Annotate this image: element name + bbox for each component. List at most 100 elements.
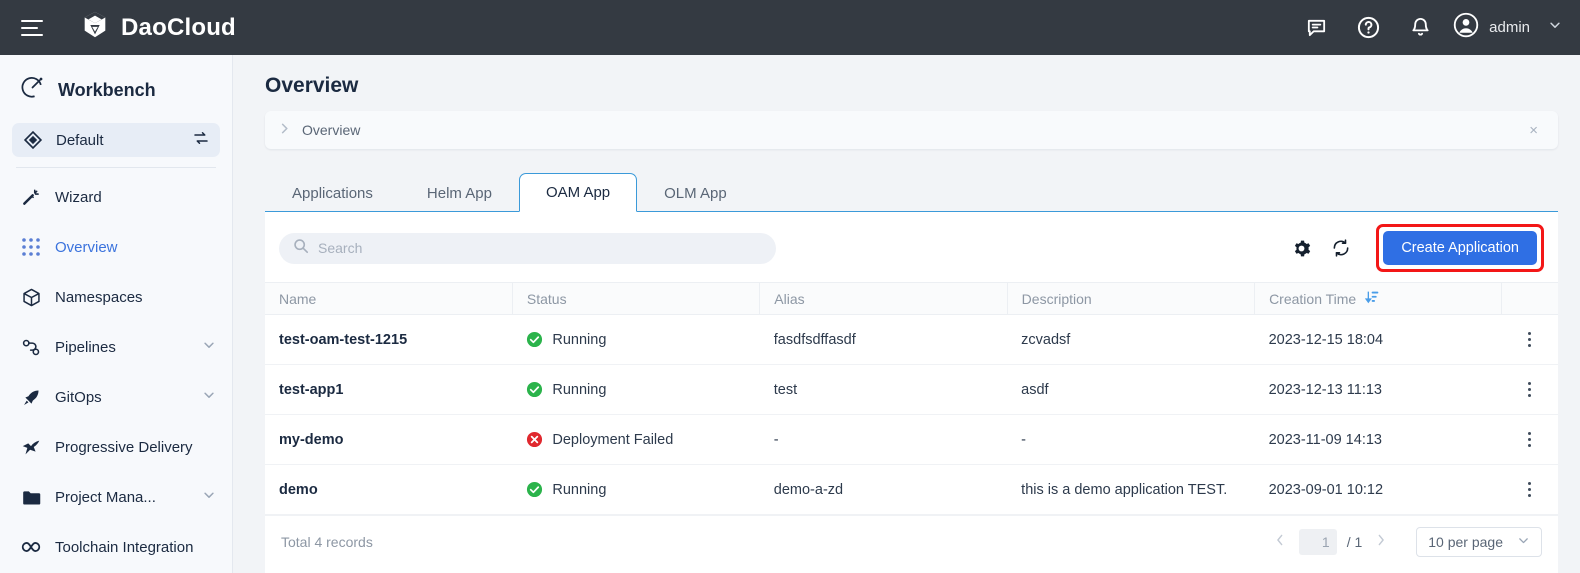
- close-icon[interactable]: ×: [1523, 118, 1544, 143]
- tab-helm-app[interactable]: Helm App: [400, 174, 519, 212]
- brand-name: DaoCloud: [121, 13, 236, 41]
- grid-icon: [20, 236, 42, 258]
- breadcrumb-label[interactable]: Overview: [302, 122, 1523, 138]
- status-error-icon: [526, 431, 543, 448]
- main-content: Overview Overview × Applications Helm Ap…: [233, 55, 1580, 573]
- sidebar-item-gitops[interactable]: GitOps: [0, 372, 232, 422]
- status-label: Running: [552, 331, 607, 348]
- search-box[interactable]: [279, 232, 776, 264]
- refresh-icon[interactable]: [1328, 235, 1354, 261]
- per-page-label: 10 per page: [1428, 533, 1503, 550]
- chevron-down-icon[interactable]: [202, 338, 216, 357]
- chevron-right-icon[interactable]: [279, 122, 290, 138]
- chevron-down-icon: [1517, 534, 1530, 550]
- topbar-icon-group: [1303, 15, 1433, 41]
- pagination: 1 / 1 10 per page: [1265, 526, 1542, 557]
- bird-icon: [20, 436, 42, 458]
- row-actions-menu-icon[interactable]: [1516, 382, 1544, 397]
- column-header-description[interactable]: Description: [1007, 282, 1256, 315]
- cell-creation-time: 2023-12-13 11:13: [1254, 364, 1502, 415]
- table-row[interactable]: test-oam-test-1215 Running fasdfsdffasdf…: [265, 314, 1558, 365]
- column-header-creation-time[interactable]: Creation Time: [1254, 282, 1503, 315]
- column-header-name[interactable]: Name: [265, 282, 513, 315]
- infinity-icon: [20, 536, 42, 558]
- tab-applications[interactable]: Applications: [265, 174, 400, 212]
- row-actions-menu-icon[interactable]: [1516, 332, 1544, 347]
- table-row[interactable]: test-app1 Running test asdf 2023-12-13 1…: [265, 364, 1558, 415]
- pipeline-icon: [20, 336, 42, 358]
- current-page-input[interactable]: 1: [1298, 528, 1337, 555]
- cell-alias: fasdfsdffasdf: [759, 314, 1008, 365]
- cell-description: zcvadsf: [1007, 314, 1255, 365]
- tab-oam-app[interactable]: OAM App: [518, 173, 638, 212]
- cell-description: this is a demo application TEST.: [1007, 464, 1255, 515]
- table-toolbar: Create Application: [265, 212, 1558, 282]
- sort-descending-icon[interactable]: [1364, 290, 1380, 308]
- cell-creation-time: 2023-09-01 10:12: [1254, 464, 1502, 515]
- chevron-down-icon[interactable]: [202, 488, 216, 507]
- sidebar-item-label: Progressive Delivery: [55, 438, 193, 456]
- sidebar-item-progressive-delivery[interactable]: Progressive Delivery: [0, 422, 232, 472]
- create-application-button[interactable]: Create Application: [1383, 231, 1537, 265]
- cell-actions: [1501, 414, 1558, 465]
- table-body: test-oam-test-1215 Running fasdfsdffasdf…: [265, 314, 1558, 515]
- folder-icon: [20, 486, 42, 508]
- cell-description: -: [1007, 414, 1255, 465]
- search-input[interactable]: [318, 240, 762, 256]
- sidebar-item-namespaces[interactable]: Namespaces: [0, 272, 232, 322]
- rocket-icon: [20, 386, 42, 408]
- brand-logo[interactable]: DaoCloud: [80, 10, 236, 45]
- switch-icon[interactable]: [192, 129, 210, 152]
- sidebar-item-label: Toolchain Integration: [55, 538, 194, 556]
- gear-icon[interactable]: [1288, 235, 1314, 261]
- cell-status: Running: [512, 464, 760, 515]
- cell-name[interactable]: demo: [265, 464, 513, 515]
- user-name: admin: [1489, 19, 1530, 36]
- sidebar-item-wizard[interactable]: Wizard: [0, 172, 232, 222]
- cell-alias: -: [759, 414, 1008, 465]
- column-header-alias[interactable]: Alias: [759, 282, 1008, 315]
- application-window: DaoCloud admin Workbench Default Wizard …: [0, 0, 1580, 573]
- workspace-selector[interactable]: Default: [12, 123, 220, 157]
- cell-name[interactable]: my-demo: [265, 414, 513, 465]
- cell-status: Deployment Failed: [512, 414, 760, 465]
- cell-name[interactable]: test-app1: [265, 364, 513, 415]
- sidebar-item-label: Project Mana...: [55, 488, 156, 506]
- chat-icon[interactable]: [1303, 15, 1329, 41]
- tab-bar: Applications Helm App OAM App OLM App: [265, 169, 1558, 212]
- workspace-icon: [22, 129, 44, 151]
- sidebar-item-overview[interactable]: Overview: [0, 222, 232, 272]
- tab-olm-app[interactable]: OLM App: [637, 174, 754, 212]
- table-row[interactable]: my-demo Deployment Failed - - 2023-11-09…: [265, 414, 1558, 465]
- wand-icon: [20, 186, 42, 208]
- row-actions-menu-icon[interactable]: [1516, 432, 1544, 447]
- help-icon[interactable]: [1355, 15, 1381, 41]
- bell-icon[interactable]: [1407, 15, 1433, 41]
- user-menu[interactable]: admin: [1453, 12, 1562, 43]
- top-bar: DaoCloud admin: [0, 0, 1580, 55]
- status-label: Running: [552, 381, 607, 398]
- row-actions-menu-icon[interactable]: [1516, 482, 1544, 497]
- table-header: Name Status Alias Description Creation T…: [265, 282, 1558, 315]
- sidebar-item-pipelines[interactable]: Pipelines: [0, 322, 232, 372]
- cell-alias: test: [759, 364, 1008, 415]
- column-header-status[interactable]: Status: [512, 282, 761, 315]
- table-row[interactable]: demo Running demo-a-zd this is a demo ap…: [265, 464, 1558, 515]
- oam-app-panel: Create Application Name Status Alias Des…: [265, 212, 1558, 573]
- sidebar-item-project-management[interactable]: Project Mana...: [0, 472, 232, 522]
- cube-icon: [20, 286, 42, 308]
- cell-actions: [1501, 314, 1558, 365]
- status-label: Running: [552, 481, 607, 498]
- chevron-down-icon[interactable]: [202, 388, 216, 407]
- per-page-select[interactable]: 10 per page: [1416, 526, 1542, 557]
- hamburger-icon[interactable]: [14, 10, 50, 46]
- next-page-icon[interactable]: [1366, 532, 1396, 552]
- previous-page-icon[interactable]: [1265, 532, 1295, 552]
- oam-app-table: Name Status Alias Description Creation T…: [265, 282, 1558, 515]
- sidebar-item-toolchain-integration[interactable]: Toolchain Integration: [0, 522, 232, 572]
- sidebar-item-label: GitOps: [55, 388, 102, 406]
- search-icon: [293, 238, 309, 259]
- chevron-down-icon: [1548, 18, 1562, 37]
- cell-name[interactable]: test-oam-test-1215: [265, 314, 513, 365]
- cell-creation-time: 2023-12-15 18:04: [1254, 314, 1502, 365]
